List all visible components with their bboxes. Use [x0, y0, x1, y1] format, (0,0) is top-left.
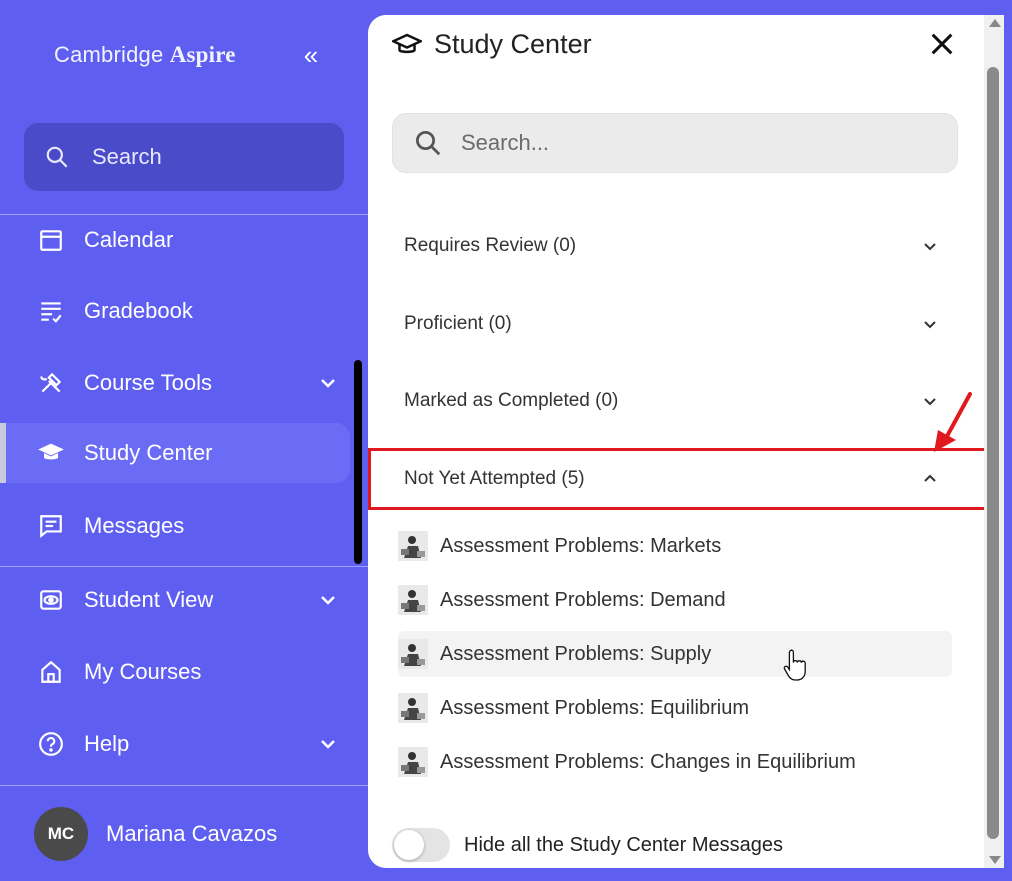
study-center-search[interactable]	[392, 113, 958, 173]
list-item[interactable]: Assessment Problems: Changes in Equilibr…	[398, 739, 952, 785]
panel-title: Study Center	[434, 29, 592, 59]
user-name: Mariana Cavazos	[106, 821, 278, 846]
collapse-sidebar-button[interactable]: «	[298, 40, 324, 70]
item-label: Assessment Problems: Markets	[440, 534, 722, 557]
chevron-down-icon	[321, 740, 335, 749]
sidebar-item-course-tools[interactable]: Course Tools	[0, 353, 350, 413]
section-requires-review[interactable]: Requires Review (0)	[368, 216, 984, 276]
sidebar-search-label: Search	[92, 144, 162, 169]
section-label: Proficient (0)	[404, 313, 512, 334]
sidebar-item-label: Messages	[84, 513, 185, 538]
sidebar-item-label: Gradebook	[84, 298, 193, 323]
graduation-cap-icon	[36, 438, 66, 468]
section-marked-as-completed[interactable]: Marked as Completed (0)	[368, 371, 984, 431]
list-item[interactable]: Assessment Problems: Demand	[398, 577, 952, 623]
avatar: MC	[34, 807, 88, 861]
sidebar-item-gradebook[interactable]: Gradebook	[0, 281, 350, 341]
sidebar-item-label: Student View	[84, 587, 214, 612]
item-label: Assessment Problems: Equilibrium	[440, 696, 749, 719]
tools-icon	[36, 368, 66, 398]
nav-scroll-area: Calendar Gradebook Course Tools Study Ce…	[0, 216, 368, 566]
panel-scrollbar[interactable]	[984, 15, 1004, 868]
close-icon[interactable]	[928, 30, 956, 58]
sidebar-search[interactable]: Search	[24, 123, 344, 191]
calendar-icon	[36, 225, 66, 255]
study-center-panel: Study Center Requires Review (0) Profici…	[368, 15, 988, 868]
chevron-down-icon	[924, 243, 936, 251]
highlight-annotation-box	[368, 448, 988, 510]
scroll-down-arrow-icon[interactable]	[989, 856, 1001, 864]
assessment-thumbnail-icon	[398, 639, 428, 669]
gradebook-icon	[36, 296, 66, 326]
sidebar-item-student-view[interactable]: Student View	[0, 570, 350, 630]
sidebar-scrollbar[interactable]	[354, 360, 362, 564]
home-icon	[36, 657, 66, 687]
item-label: Assessment Problems: Supply	[440, 642, 712, 665]
section-proficient[interactable]: Proficient (0)	[368, 294, 984, 354]
logo: Cambridge Aspire	[54, 42, 236, 67]
divider	[0, 214, 368, 215]
section-label: Marked as Completed (0)	[404, 390, 619, 411]
hide-messages-toggle[interactable]	[392, 828, 450, 862]
search-icon	[46, 146, 68, 168]
sidebar-item-label: My Courses	[84, 659, 202, 684]
sidebar-item-label: Help	[84, 731, 130, 756]
sidebar-item-label: Calendar	[84, 227, 174, 252]
search-input[interactable]	[461, 130, 931, 156]
messages-icon	[36, 511, 66, 541]
panel-header: Study Center	[392, 29, 592, 60]
scroll-up-arrow-icon[interactable]	[989, 19, 1001, 27]
toggle-label: Hide all the Study Center Messages	[464, 833, 784, 856]
eye-icon	[36, 585, 66, 615]
sidebar: Cambridge Aspire « Search Calendar Grade…	[0, 0, 368, 881]
assessment-thumbnail-icon	[398, 531, 428, 561]
sidebar-item-help[interactable]: Help	[0, 714, 350, 774]
chevron-down-icon	[321, 379, 335, 388]
list-item[interactable]: Assessment Problems: Markets	[398, 523, 952, 569]
user-profile[interactable]: MC Mariana Cavazos	[0, 786, 368, 881]
assessment-thumbnail-icon	[398, 747, 428, 777]
sidebar-item-messages[interactable]: Messages	[0, 496, 350, 556]
list-item[interactable]: Assessment Problems: Supply	[398, 631, 952, 677]
chevron-down-icon	[924, 321, 936, 329]
sidebar-item-label: Course Tools	[84, 370, 212, 395]
divider	[0, 566, 368, 567]
section-label: Requires Review (0)	[404, 235, 577, 256]
sidebar-item-study-center[interactable]: Study Center	[0, 423, 350, 483]
item-label: Assessment Problems: Demand	[440, 588, 726, 611]
item-label: Assessment Problems: Changes in Equilibr…	[440, 750, 856, 773]
chevron-down-icon	[321, 596, 335, 605]
chevron-down-icon	[924, 398, 936, 406]
assessment-thumbnail-icon	[398, 585, 428, 615]
hide-messages-setting: Hide all the Study Center Messages	[392, 827, 783, 863]
list-item[interactable]: Assessment Problems: Equilibrium	[398, 685, 952, 731]
sidebar-item-calendar[interactable]: Calendar	[0, 216, 350, 270]
sidebar-item-label: Study Center	[84, 440, 213, 465]
graduation-cap-icon	[392, 33, 422, 53]
search-icon	[416, 131, 441, 156]
assessment-thumbnail-icon	[398, 693, 428, 723]
toggle-knob	[394, 830, 424, 860]
help-icon	[36, 729, 66, 759]
sidebar-item-my-courses[interactable]: My Courses	[0, 642, 350, 702]
scrollbar-thumb[interactable]	[987, 67, 999, 839]
